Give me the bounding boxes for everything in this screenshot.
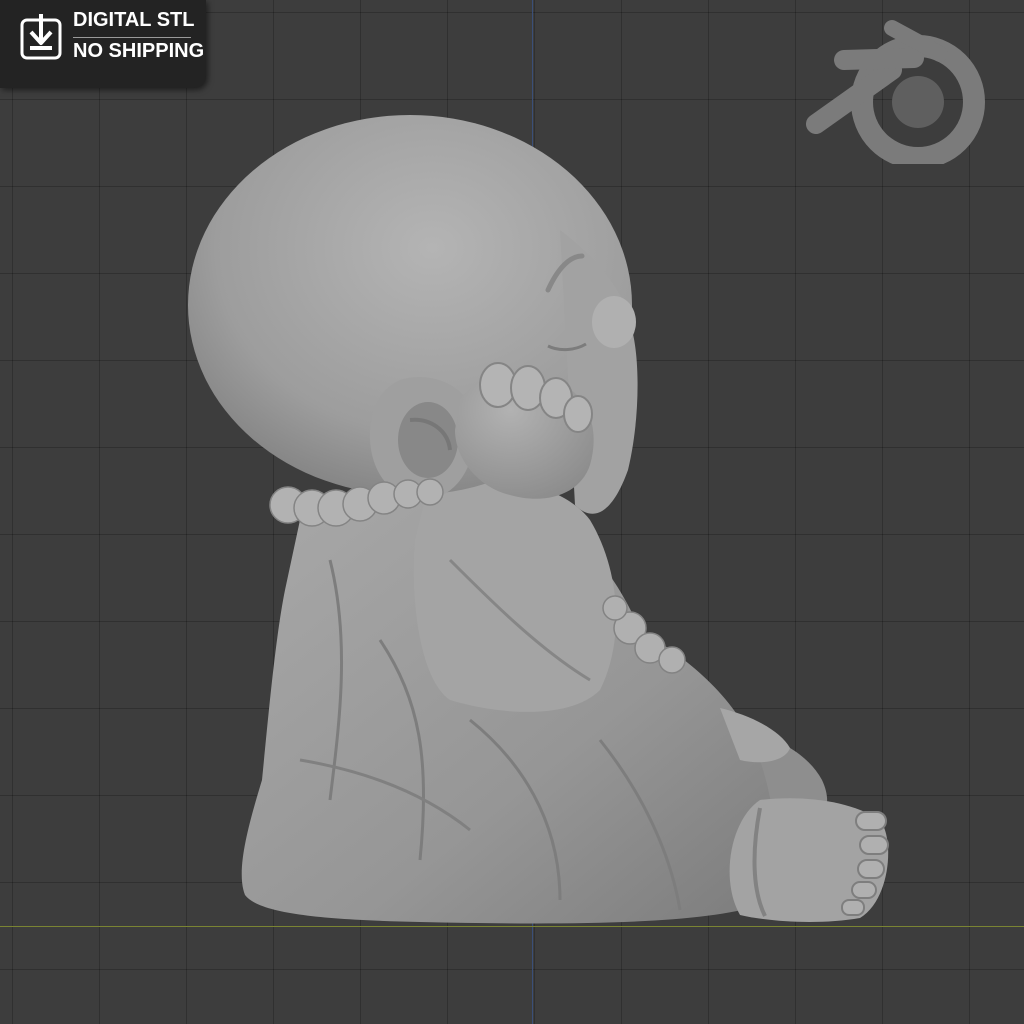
download-icon bbox=[20, 14, 62, 60]
digital-stl-badge: DIGITAL STL NO SHIPPING bbox=[0, 0, 206, 88]
badge-subtitle: NO SHIPPING bbox=[73, 40, 205, 62]
badge-separator bbox=[73, 37, 191, 38]
blender-logo-icon bbox=[806, 20, 985, 164]
3d-viewport[interactable]: DIGITAL STL NO SHIPPING bbox=[0, 0, 1024, 1024]
badge-title: DIGITAL STL bbox=[73, 9, 195, 31]
